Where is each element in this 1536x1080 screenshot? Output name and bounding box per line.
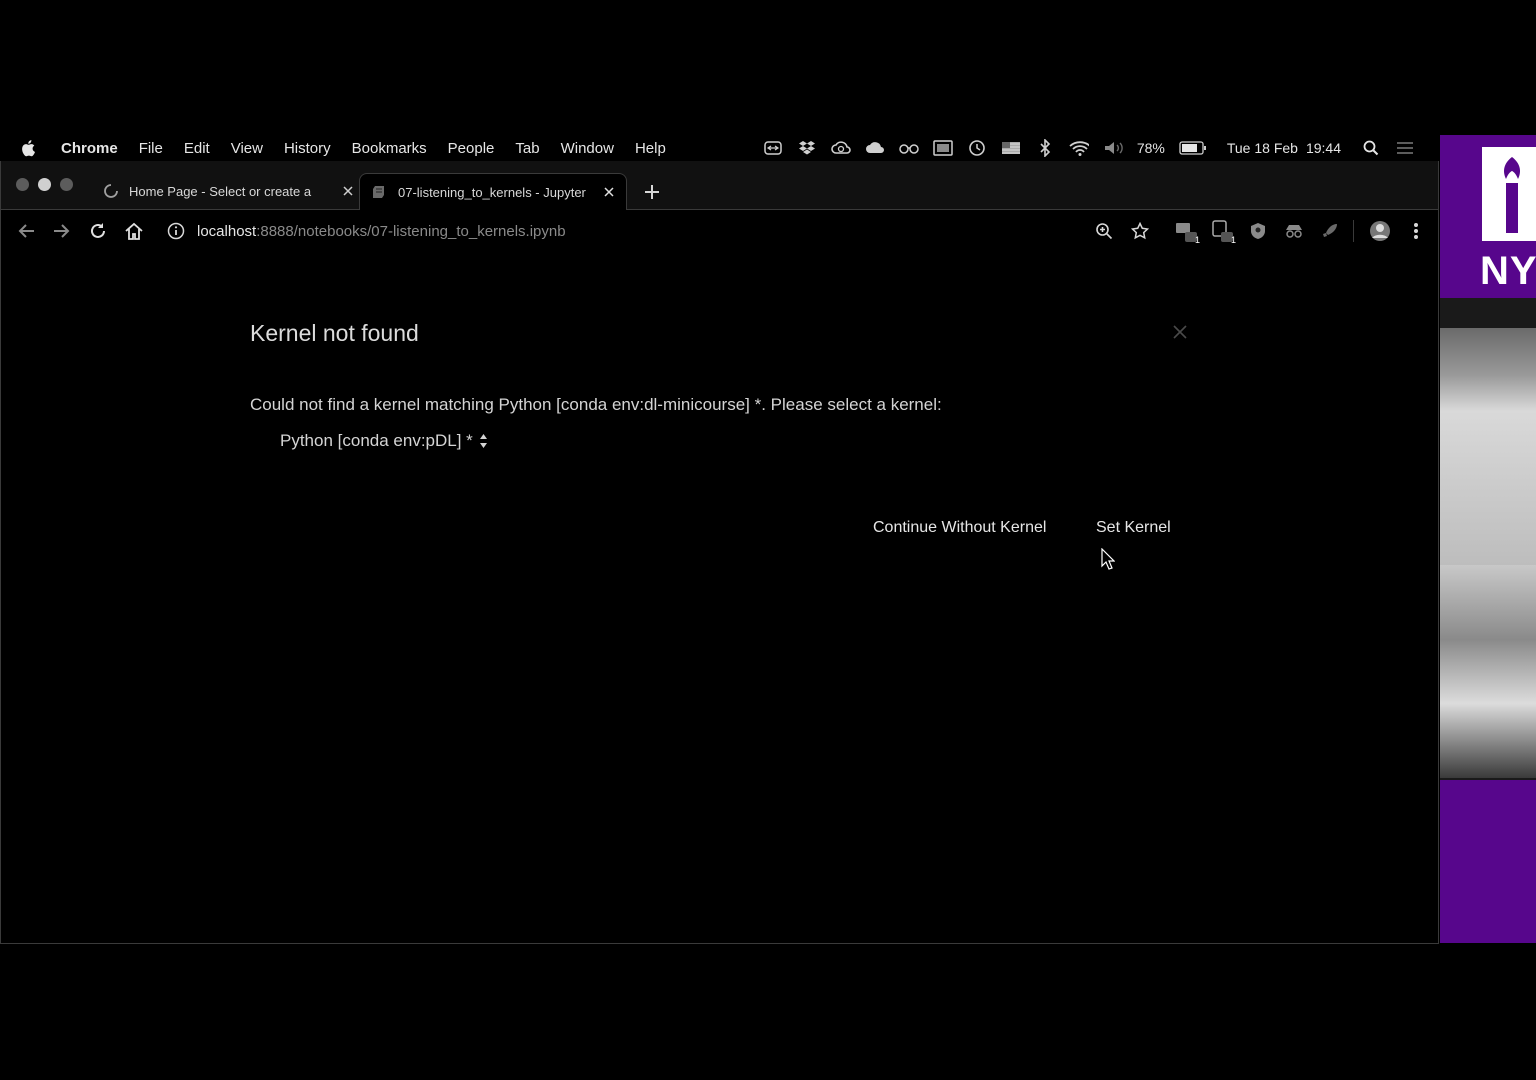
lecture-photo [1440,328,1536,565]
side-slide-panel: NY [1440,135,1536,943]
notification-center-icon[interactable] [1395,140,1415,156]
kernel-select[interactable]: Python [conda env:pDL] * [280,431,488,451]
menu-tab[interactable]: Tab [515,140,539,157]
menu-people[interactable]: People [448,140,495,157]
time-machine-icon[interactable] [967,140,987,156]
menubar-time[interactable]: 19:44 [1306,140,1341,156]
toolbar-divider [1353,220,1354,242]
menu-view[interactable]: View [231,140,263,157]
incognito-extension-icon[interactable] [1283,220,1305,242]
site-info-icon[interactable] [167,221,187,241]
menu-window[interactable]: Window [561,140,614,157]
close-tab-icon[interactable] [602,185,616,199]
mouse-pointer-icon [1101,547,1116,575]
reload-button[interactable] [87,220,109,242]
chrome-menu-icon[interactable] [1405,220,1427,242]
profile-avatar[interactable] [1369,220,1391,242]
home-button[interactable] [123,220,145,242]
rocket-extension-icon[interactable] [1319,220,1341,242]
battery-icon[interactable] [1179,140,1207,156]
dialog-title: Kernel not found [250,320,419,346]
new-tab-button[interactable] [642,182,662,202]
forward-button[interactable] [51,220,73,242]
dialog-message: Could not find a kernel matching Python … [250,395,942,414]
kernel-select-value: Python [conda env:pDL] * [280,431,473,450]
tab-strip: Home Page - Select or create a 07-listen… [1,161,1438,210]
url-path: :8888/notebooks/07-listening_to_kernels.… [256,222,566,240]
menu-edit[interactable]: Edit [184,140,210,157]
extension-icon[interactable]: 1 [1175,220,1200,245]
apple-menu-icon[interactable] [21,139,43,157]
cloud-app-icon[interactable] [865,140,885,156]
set-kernel-button[interactable]: Set Kernel [1096,519,1171,537]
battery-percentage: 78% [1136,140,1165,156]
close-tab-icon[interactable] [341,184,355,198]
us-flag-icon[interactable] [1001,140,1021,156]
select-arrows-icon [479,433,488,449]
wifi-icon[interactable] [1069,140,1089,156]
nyu-purple-footer [1440,780,1536,943]
address-bar[interactable]: localhost:8888/notebooks/07-listening_to… [167,218,566,244]
browser-toolbar: localhost:8888/notebooks/07-listening_to… [1,210,1438,250]
menu-help[interactable]: Help [635,140,666,157]
nyu-logo-text: NY [1480,249,1536,293]
window-minimize-button[interactable] [38,178,51,191]
extension-badge: 1 [1230,235,1236,245]
macos-menu-bar: Chrome File Edit View History Bookmarks … [0,135,1440,161]
dropbox-icon[interactable] [797,140,817,156]
tab-title: Home Page - Select or create a [129,183,312,199]
extension-icon[interactable]: 1 [1211,220,1236,245]
back-button[interactable] [15,220,37,242]
glasses-icon[interactable] [899,140,919,156]
window-zoom-button[interactable] [60,178,73,191]
teamviewer-icon[interactable] [763,140,783,156]
lecture-photo [1440,565,1536,778]
url-host: localhost [197,222,257,240]
display-icon[interactable] [933,140,953,156]
location-shield-icon[interactable] [1247,220,1269,242]
creative-cloud-icon[interactable] [831,140,851,156]
kernel-not-found-dialog: Kernel not found Could not find a kernel… [250,300,1195,590]
extension-badge: 1 [1194,235,1200,245]
close-dialog-icon[interactable] [1172,324,1188,340]
volume-icon[interactable] [1103,140,1123,156]
menu-bookmarks[interactable]: Bookmarks [352,140,427,157]
tab-home-page[interactable]: Home Page - Select or create a [95,173,355,209]
menu-app-chrome[interactable]: Chrome [61,140,118,157]
tab-jupyter-notebook[interactable]: 07-listening_to_kernels - Jupyter [359,173,627,210]
bookmark-star-icon[interactable] [1129,220,1151,242]
zoom-icon[interactable] [1093,220,1115,242]
spotlight-search-icon[interactable] [1361,140,1381,156]
loading-spinner-icon [103,182,121,200]
menubar-date[interactable]: Tue 18 Feb [1227,140,1298,156]
menu-history[interactable]: History [284,140,331,157]
menu-file[interactable]: File [139,140,163,157]
window-close-button[interactable] [16,178,29,191]
tab-title: 07-listening_to_kernels - Jupyter [398,184,586,200]
jupyter-favicon-icon [372,184,388,200]
continue-without-kernel-button[interactable]: Continue Without Kernel [873,519,1046,537]
bluetooth-icon[interactable] [1035,139,1055,157]
nyu-torch-logo [1482,147,1536,241]
menubar-status-area: 78% Tue 18 Feb 19:44 [763,135,1415,161]
